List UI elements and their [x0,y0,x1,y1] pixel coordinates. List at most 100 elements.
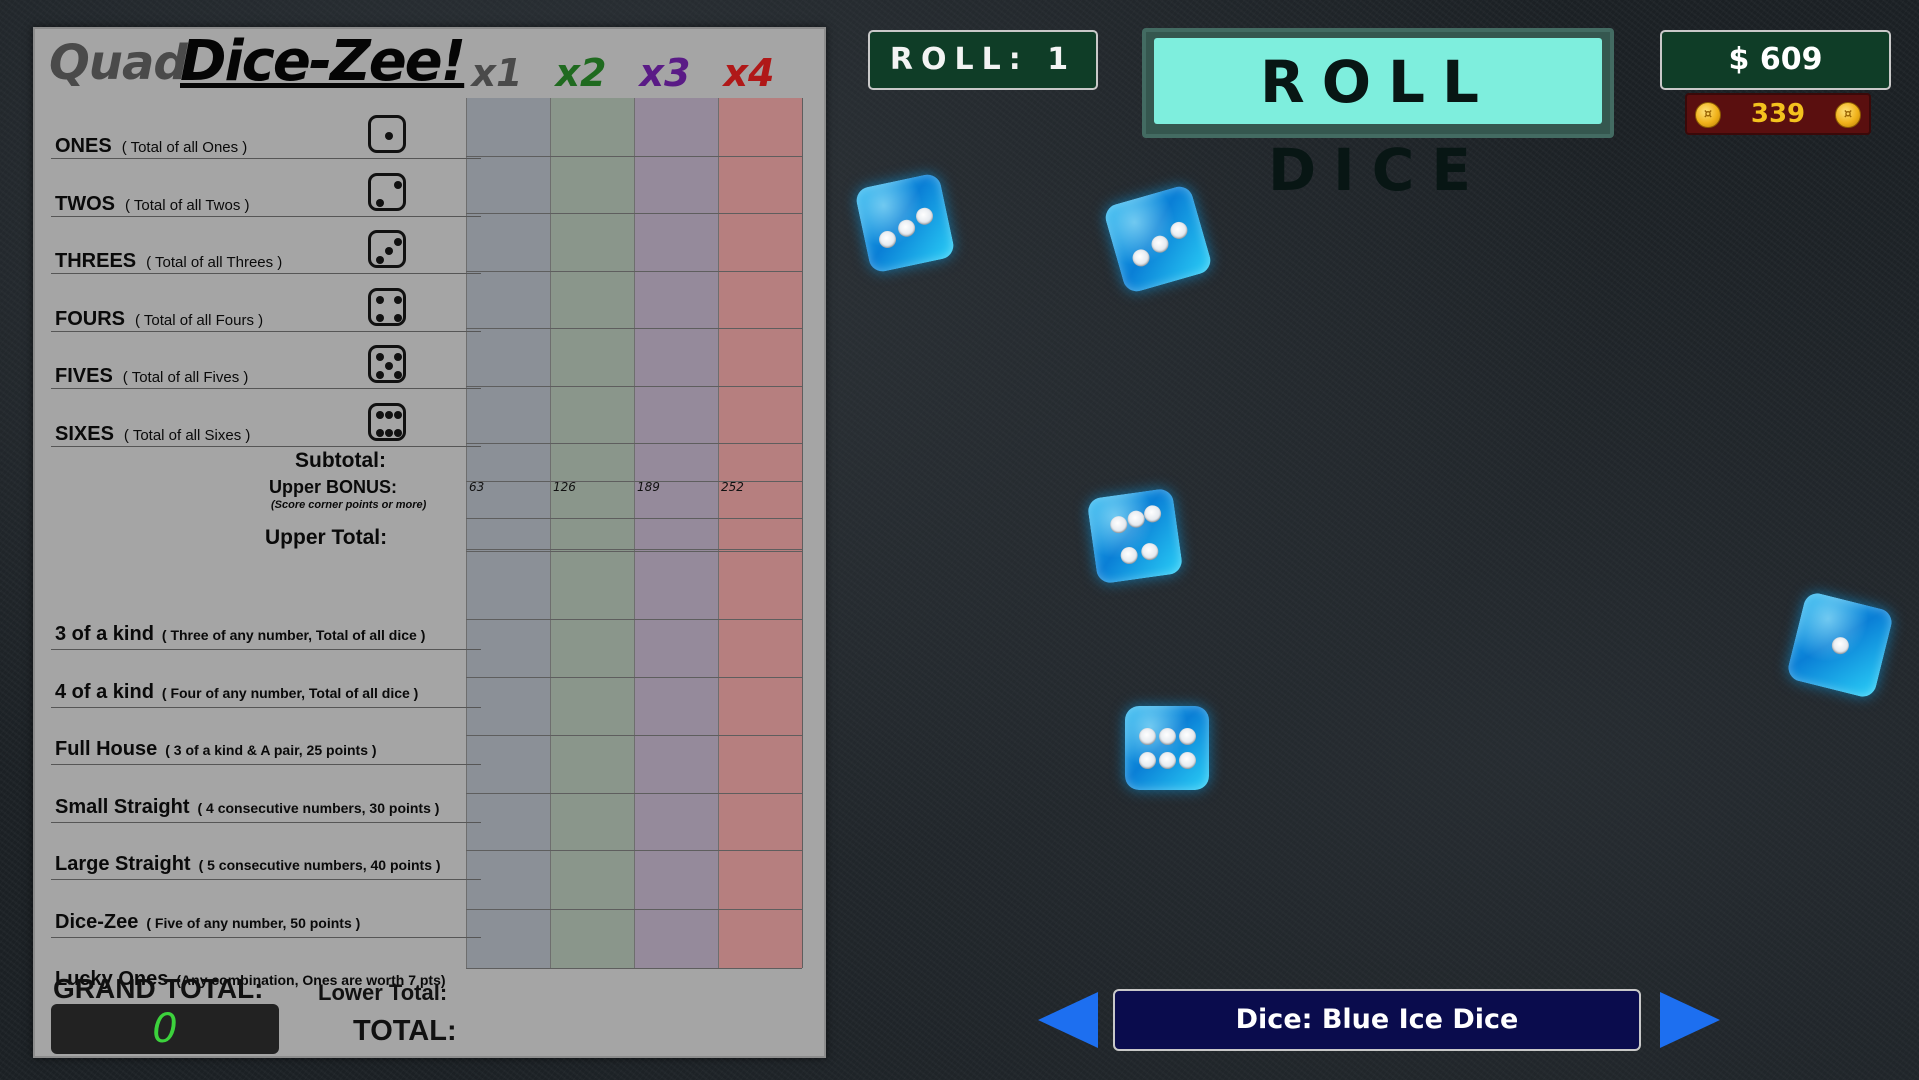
row-underline [51,821,481,823]
upper-total-label: Upper Total: [265,526,388,549]
grid-row-divider [466,850,802,851]
row-name: Large Straight [55,853,191,875]
row-description: ( Total of all Twos ) [125,196,250,214]
row-underline [51,936,481,938]
roll-dice-button[interactable]: ROLL DICE [1142,28,1614,204]
row-description: ( 4 consecutive numbers, 30 points ) [197,799,440,816]
lower-row-3-of-a-kind: 3 of a kind ( Three of any number, Total … [55,623,425,646]
grid-row-divider [466,677,802,678]
row-name: FOURS [55,307,125,330]
subtotal-label: Subtotal: [295,449,386,472]
row-description: ( Three of any number, Total of all dice… [161,627,426,643]
previous-dice-arrow-icon[interactable] [1038,992,1098,1048]
money-display: $ 609 [1660,30,1891,90]
die-2[interactable] [1102,183,1214,295]
coin-display: ¤ 339 ¤ [1685,93,1871,135]
row-underline [51,764,481,765]
die-face-4-icon [368,287,406,326]
row-name: 3 of a kind [55,623,154,645]
coin-icon: ¤ [1695,102,1721,128]
logo-dicezee: Dice-Zee! [180,29,466,94]
grid-row-divider [466,443,802,444]
die-face-5-icon [368,345,406,383]
upper-bonus-threshold: 252 [721,480,744,494]
dice-skin-selector[interactable]: Dice: Blue Ice Dice [1113,989,1641,1051]
row-underline [51,215,481,217]
grid-row-divider [466,518,802,519]
grid-row-divider [466,549,802,550]
row-name: 4 of a kind [55,680,154,703]
row-underline [51,330,481,332]
grid-row-divider [466,619,802,620]
multiplier-x1: x1 [471,51,523,95]
upper-bonus-label: Upper BONUS: [269,477,398,497]
row-underline [51,388,481,389]
grid-right-border [802,98,803,968]
upper-bonus-threshold: 63 [469,480,485,494]
row-description: ( Total of all Sixes ) [123,426,251,444]
row-name: Dice-Zee [55,910,139,933]
row-name: Full House [55,738,158,760]
upper-bonus-threshold: 189 [637,480,660,494]
lower-row-small-straight: Small Straight ( 4 consecutive numbers, 3… [55,796,439,819]
row-underline [51,273,481,274]
row-underline [51,445,481,447]
score-column-1 [466,98,551,968]
lower-row-dice-zee: Dice-Zee ( Five of any number, 50 points … [55,911,360,934]
row-name: ONES [55,135,112,157]
score-column-3 [634,98,719,968]
die-5[interactable] [1785,590,1895,700]
row-description: ( 5 consecutive numbers, 40 points ) [198,857,441,873]
die-1[interactable] [853,171,957,275]
scorecard: Quad Dice-Zee! x1 x2 x3 x4 63 126 189 252 O… [33,27,826,1058]
grid-row-divider [466,735,802,736]
score-column-2 [550,98,635,968]
logo-quad: Quad [49,35,188,91]
row-name: Small Straight [55,795,190,818]
multiplier-x3: x3 [639,51,691,95]
grid-row-divider [466,551,802,552]
grand-total-value: 0 [51,1004,279,1054]
row-underline [51,649,481,650]
upper-row-fours: FOURS ( Total of all Fours ) [55,308,263,331]
score-column-4 [718,98,803,968]
die-3[interactable] [1086,487,1184,585]
coin-icon: ¤ [1835,102,1861,128]
die-face-1-icon [368,115,406,153]
row-description: ( Total of all Ones ) [121,139,248,156]
die-face-3-icon [368,230,406,268]
row-description: ( Four of any number, Total of all dice … [161,684,419,701]
row-description: ( Five of any number, 50 points ) [146,914,361,931]
multiplier-x4: x4 [723,51,775,95]
roll-dice-label: ROLL DICE [1154,38,1602,204]
lower-row-full-house: Full House ( 3 of a kind & A pair, 25 poi… [55,738,377,761]
row-name: THREES [55,250,137,272]
grid-row-divider [466,793,802,794]
upper-row-fives: FIVES ( Total of all Fives ) [55,365,248,388]
row-name: TWOS [55,192,115,215]
upper-row-ones: ONES ( Total of all Ones ) [55,135,247,158]
multiplier-x2: x2 [555,51,607,95]
grid-row-divider [466,213,802,214]
die-4[interactable] [1125,706,1209,790]
die-face-2-icon [368,172,406,211]
row-name: SIXES [55,422,114,445]
grid-row-divider [466,386,802,387]
next-dice-arrow-icon[interactable] [1660,992,1720,1048]
grid-row-divider [466,271,802,272]
row-description: ( 3 of a kind & A pair, 25 points ) [165,742,377,758]
lower-row-4-of-a-kind: 4 of a kind ( Four of any number, Total o… [55,681,418,704]
roll-counter: ROLL: 1 [868,30,1098,90]
total-label: TOTAL: [353,1015,457,1047]
grid-row-divider [466,968,802,969]
upper-row-sixes: SIXES ( Total of all Sixes ) [55,423,250,446]
row-underline [51,879,481,880]
row-description: ( Total of all Fours ) [135,311,264,329]
grand-total-label: GRAND TOTAL: [53,973,264,1004]
row-underline [51,706,481,708]
row-name: FIVES [55,365,113,387]
die-face-6-icon [368,402,406,441]
coin-count: 339 [1750,99,1806,129]
grid-row-divider [466,156,802,157]
row-underline [51,158,481,159]
